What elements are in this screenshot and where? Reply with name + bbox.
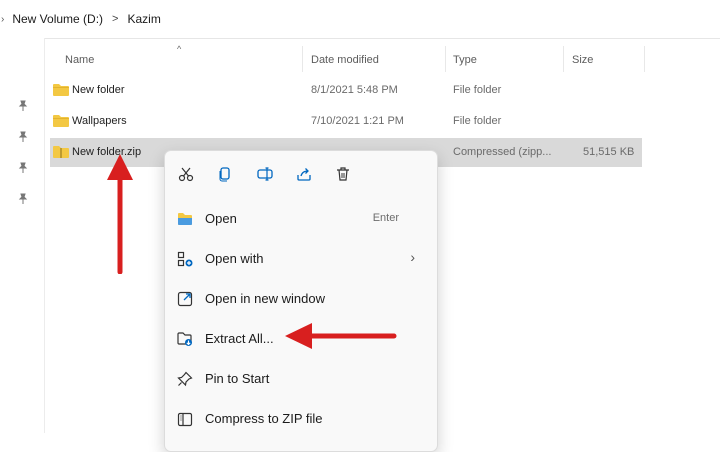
file-type: File folder	[453, 115, 502, 127]
annotation-arrow-left	[285, 323, 397, 349]
menu-item-label: Extract All...	[205, 331, 274, 346]
column-divider[interactable]	[445, 46, 446, 72]
column-divider[interactable]	[644, 46, 645, 72]
rename-icon	[257, 167, 273, 181]
breadcrumb-folder[interactable]: Kazim	[127, 12, 160, 26]
file-size: 51,515 KB	[583, 146, 635, 158]
column-header: ^ Name Date modified Type Size	[52, 44, 652, 74]
pin-icon[interactable]	[17, 162, 29, 174]
column-name[interactable]: Name	[65, 54, 94, 66]
copy-button[interactable]	[214, 163, 236, 185]
delete-button[interactable]	[332, 163, 354, 185]
share-icon	[297, 168, 311, 181]
menu-item-pin-to-start[interactable]: Pin to Start	[173, 363, 429, 395]
menu-item-compress-to-zip[interactable]: Compress to ZIP file	[173, 403, 429, 435]
pin-icon[interactable]	[17, 131, 29, 143]
menu-item-label: Open in new window	[205, 291, 325, 306]
column-type[interactable]: Type	[453, 54, 477, 66]
menu-item-label: Open with	[205, 251, 264, 266]
compress-icon	[177, 412, 193, 427]
file-date: 8/1/2021 5:48 PM	[311, 84, 398, 96]
menu-item-open-with[interactable]: Open with ›	[173, 243, 429, 275]
folder-icon	[53, 115, 69, 127]
sort-ascending-icon: ^	[177, 44, 182, 54]
pin-icon[interactable]	[17, 193, 29, 205]
breadcrumb-drive[interactable]: New Volume (D:)	[12, 12, 103, 26]
annotation-arrow-up	[107, 154, 133, 274]
breadcrumb-lead[interactable]: ›	[1, 14, 4, 25]
navigation-pane	[0, 38, 45, 433]
column-divider[interactable]	[302, 46, 303, 72]
pin-icon[interactable]	[17, 100, 29, 112]
pin-icon	[177, 371, 193, 387]
file-date: 7/10/2021 1:21 PM	[311, 115, 404, 127]
cut-icon	[178, 167, 194, 182]
breadcrumb: › New Volume (D:) > Kazim	[0, 0, 720, 39]
cut-button[interactable]	[175, 163, 197, 185]
rename-button[interactable]	[254, 163, 276, 185]
menu-item-label: Open	[205, 211, 237, 226]
column-divider[interactable]	[563, 46, 564, 72]
column-date-modified[interactable]: Date modified	[311, 54, 379, 66]
file-type: Compressed (zipp...	[453, 146, 552, 158]
menu-item-open[interactable]: Open Enter	[173, 203, 429, 235]
delete-icon	[337, 167, 349, 181]
zip-folder-icon	[53, 146, 69, 158]
menu-item-label: Pin to Start	[205, 371, 270, 386]
folder-icon	[53, 84, 69, 96]
open-with-icon	[177, 251, 193, 267]
menu-item-label: Compress to ZIP file	[205, 411, 323, 426]
folder-open-icon	[178, 213, 192, 225]
menu-item-open-in-new-window[interactable]: Open in new window	[173, 283, 429, 315]
extract-icon	[177, 332, 192, 346]
file-row[interactable]: Wallpapers 7/10/2021 1:21 PM File folder	[50, 107, 642, 136]
file-row[interactable]: New folder 8/1/2021 5:48 PM File folder	[50, 76, 642, 105]
context-menu: Open Enter Open with › Open in new windo…	[164, 150, 438, 452]
new-window-icon	[177, 291, 193, 307]
shortcut-hint: Enter	[372, 212, 399, 224]
share-button[interactable]	[293, 163, 315, 185]
column-size[interactable]: Size	[572, 54, 593, 66]
file-name: Wallpapers	[72, 115, 127, 127]
chevron-right-icon: ›	[410, 249, 415, 265]
copy-icon	[219, 167, 230, 182]
breadcrumb-separator: >	[112, 13, 119, 25]
file-type: File folder	[453, 84, 502, 96]
file-name: New folder	[72, 84, 125, 96]
